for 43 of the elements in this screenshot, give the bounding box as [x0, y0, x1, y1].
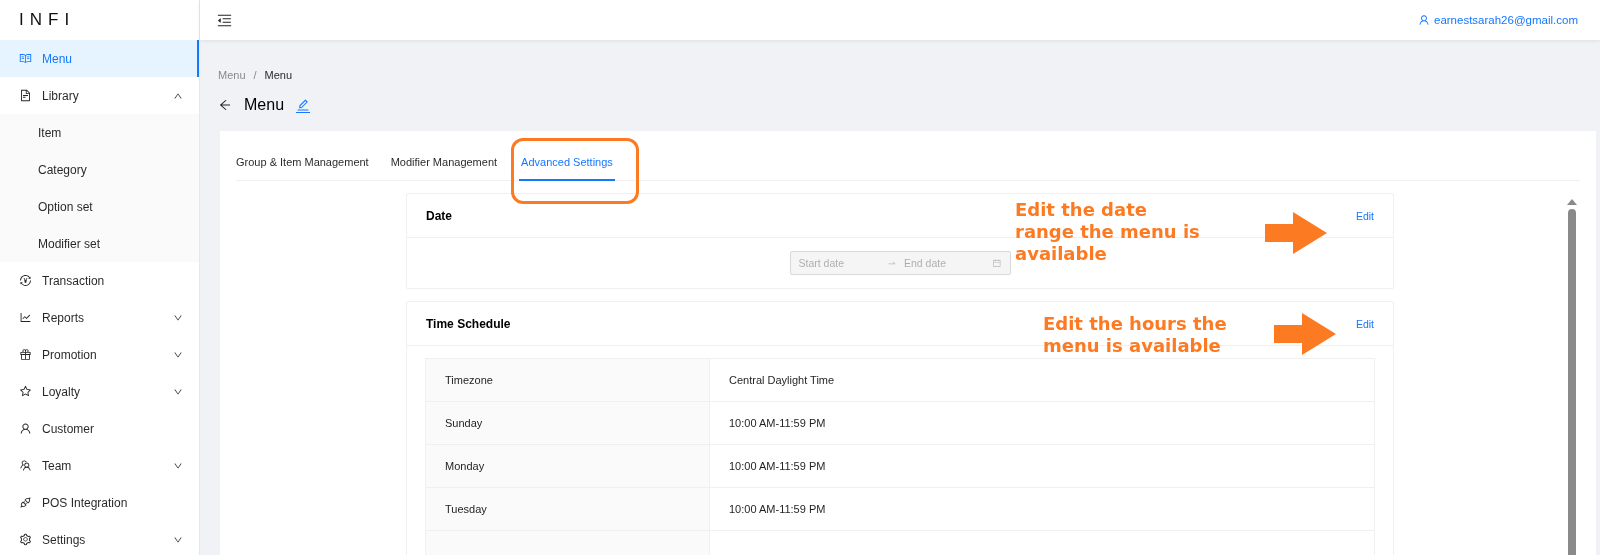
table-header-cell: Sunday [426, 402, 710, 445]
page-title: Menu [244, 96, 285, 114]
tab[interactable]: Modifier Management [390, 156, 498, 181]
sidebar-item[interactable]: Menu [0, 40, 199, 77]
breadcrumb-separator: / [253, 69, 257, 81]
document-icon [19, 89, 32, 102]
annotation-text: Edit the hours the menu is available [1043, 313, 1227, 357]
section-title: Date [426, 208, 452, 223]
arrow-annotation [1265, 212, 1329, 254]
user-account-link[interactable]: earnestsarah26@gmail.com [1418, 14, 1578, 26]
gift-icon [19, 348, 32, 361]
table-header-cell: Tuesday [426, 488, 710, 531]
back-button[interactable] [218, 98, 232, 112]
annotation-text: Edit the date range the menu is available [1015, 199, 1200, 265]
sidebar-subitem[interactable]: Item [0, 114, 199, 151]
sidebar-subitem[interactable]: Option set [0, 188, 199, 225]
edit-link[interactable]: Edit [1355, 317, 1374, 330]
table-cell: 10:00 AM-11:59 PM [710, 402, 1374, 445]
star-icon [19, 385, 32, 398]
team-icon [19, 459, 32, 472]
sidebar-subitem[interactable]: Category [0, 151, 199, 188]
arrow-annotation [1274, 313, 1338, 355]
table-header-cell: Timezone [426, 359, 710, 402]
scroll-up-icon[interactable] [1567, 199, 1577, 205]
user-icon [19, 422, 32, 435]
sidebar-subitem[interactable]: Modifier set [0, 225, 199, 262]
logo: INFI [18, 9, 77, 31]
plug-icon [19, 496, 32, 509]
breadcrumb-link[interactable]: Menu [264, 69, 293, 81]
edit-button[interactable] [296, 97, 311, 113]
coin-icon [19, 274, 32, 287]
table-cell: 10:00 AM-11:59 PM [710, 488, 1374, 531]
tab[interactable]: Group & Item Management [236, 156, 369, 181]
table-header-cell: Monday [426, 445, 710, 488]
table-cell: Central Daylight Time [710, 359, 1374, 402]
book-icon [19, 52, 32, 65]
calendar-icon [992, 257, 1002, 269]
section-title: Time Schedule [426, 316, 511, 331]
tab[interactable]: Advanced Settings [519, 156, 615, 181]
settings-icon [19, 533, 32, 546]
user-icon [1418, 14, 1430, 26]
table-cell: 10:00 AM-11:59 PM [710, 445, 1374, 488]
line-chart-icon [19, 311, 32, 324]
